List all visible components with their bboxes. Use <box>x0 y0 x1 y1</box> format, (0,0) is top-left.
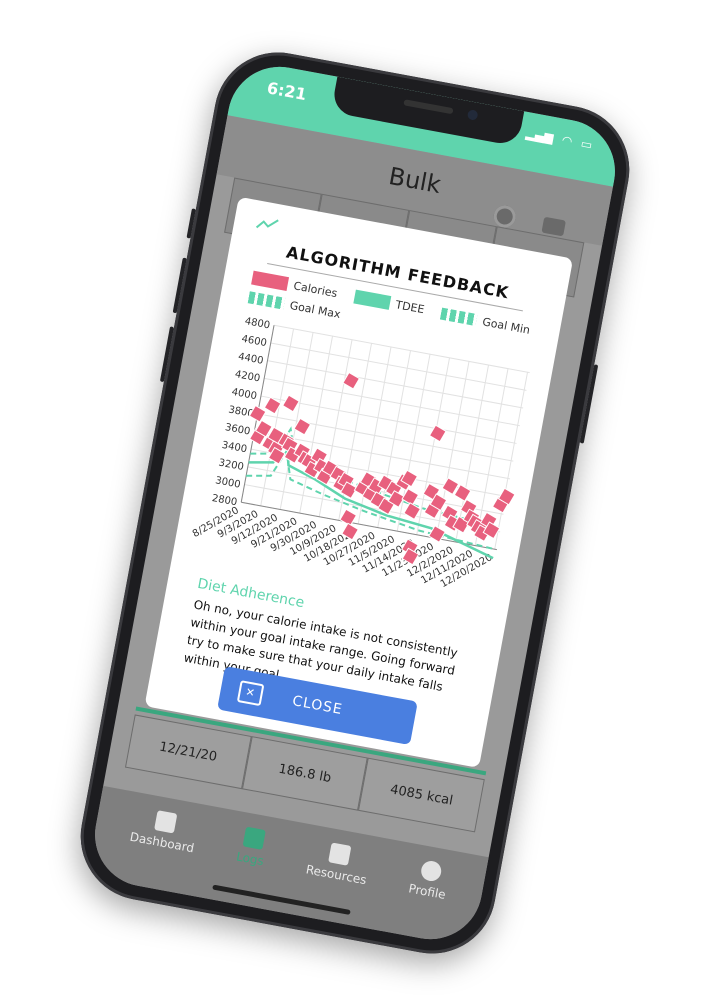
y-tick-label: 4200 <box>234 369 261 384</box>
battery-icon: ▭ <box>579 136 594 153</box>
tab-label-profile: Profile <box>407 881 447 902</box>
close-square-icon: ✕ <box>236 680 265 707</box>
front-camera <box>466 109 479 121</box>
tab-dashboard[interactable]: Dashboard <box>121 806 199 895</box>
legend-label-calories: Calories <box>292 278 339 300</box>
x-gridline <box>260 328 295 506</box>
legend-swatch-goal-min <box>440 307 478 327</box>
tab-label-logs: Logs <box>235 849 265 869</box>
y-tick-label: 4000 <box>231 387 258 402</box>
phone-body: 6:21 ▂▄▆ ◠ ▭ Bulk START WEIGHT 177.6 l <box>70 41 640 965</box>
tab-label-dashboard: Dashboard <box>128 829 196 856</box>
speaker <box>403 99 454 115</box>
y-tick-label: 4800 <box>244 316 271 331</box>
profile-icon <box>419 859 443 883</box>
legend-goal-min[interactable]: Goal Min <box>440 307 531 336</box>
legend-tdee[interactable]: TDEE <box>353 289 426 317</box>
status-icons: ▂▄▆ ◠ ▭ <box>520 125 594 152</box>
legend-label-goal-max: Goal Max <box>288 298 342 321</box>
y-tick-label: 4600 <box>241 334 268 349</box>
tab-label-resources: Resources <box>304 862 368 888</box>
trend-line-icon <box>254 214 279 237</box>
logs-icon <box>242 826 266 850</box>
gear-icon <box>491 203 518 230</box>
legend-swatch-tdee <box>353 289 392 310</box>
dashboard-icon <box>154 810 178 834</box>
settings-button[interactable] <box>491 203 518 230</box>
status-time: 6:21 <box>265 78 309 105</box>
resources-icon <box>328 842 352 866</box>
signal-icon: ▂▄▆ <box>524 126 555 145</box>
phone-frame: 6:21 ▂▄▆ ◠ ▭ Bulk START WEIGHT 177.6 l <box>70 41 640 965</box>
notch <box>330 76 525 147</box>
y-tick-label: 3200 <box>218 458 245 473</box>
wifi-icon: ◠ <box>560 132 574 149</box>
y-tick-label: 4400 <box>237 351 264 366</box>
legend-swatch-goal-max <box>247 291 286 310</box>
legend-swatch-calories <box>251 270 290 291</box>
x-gridline <box>279 332 314 510</box>
screen: 6:21 ▂▄▆ ◠ ▭ Bulk START WEIGHT 177.6 l <box>86 58 624 948</box>
y-tick-label: 3800 <box>227 404 254 419</box>
legend-label-goal-min: Goal Min <box>481 314 532 337</box>
y-tick-label: 3400 <box>221 440 248 455</box>
x-gridline <box>494 372 529 550</box>
y-tick-label: 3600 <box>224 422 251 437</box>
close-button-label: CLOSE <box>291 693 344 719</box>
calorie-point <box>282 394 300 413</box>
y-tick-label: 3000 <box>214 475 241 490</box>
legend-label-tdee: TDEE <box>394 297 426 316</box>
tab-profile[interactable]: Profile <box>400 858 451 941</box>
tab-resources[interactable]: Resources <box>298 839 372 927</box>
algorithm-feedback-modal: ALGORITHM FEEDBACK Calories TDEE Goal Mi… <box>144 196 574 768</box>
